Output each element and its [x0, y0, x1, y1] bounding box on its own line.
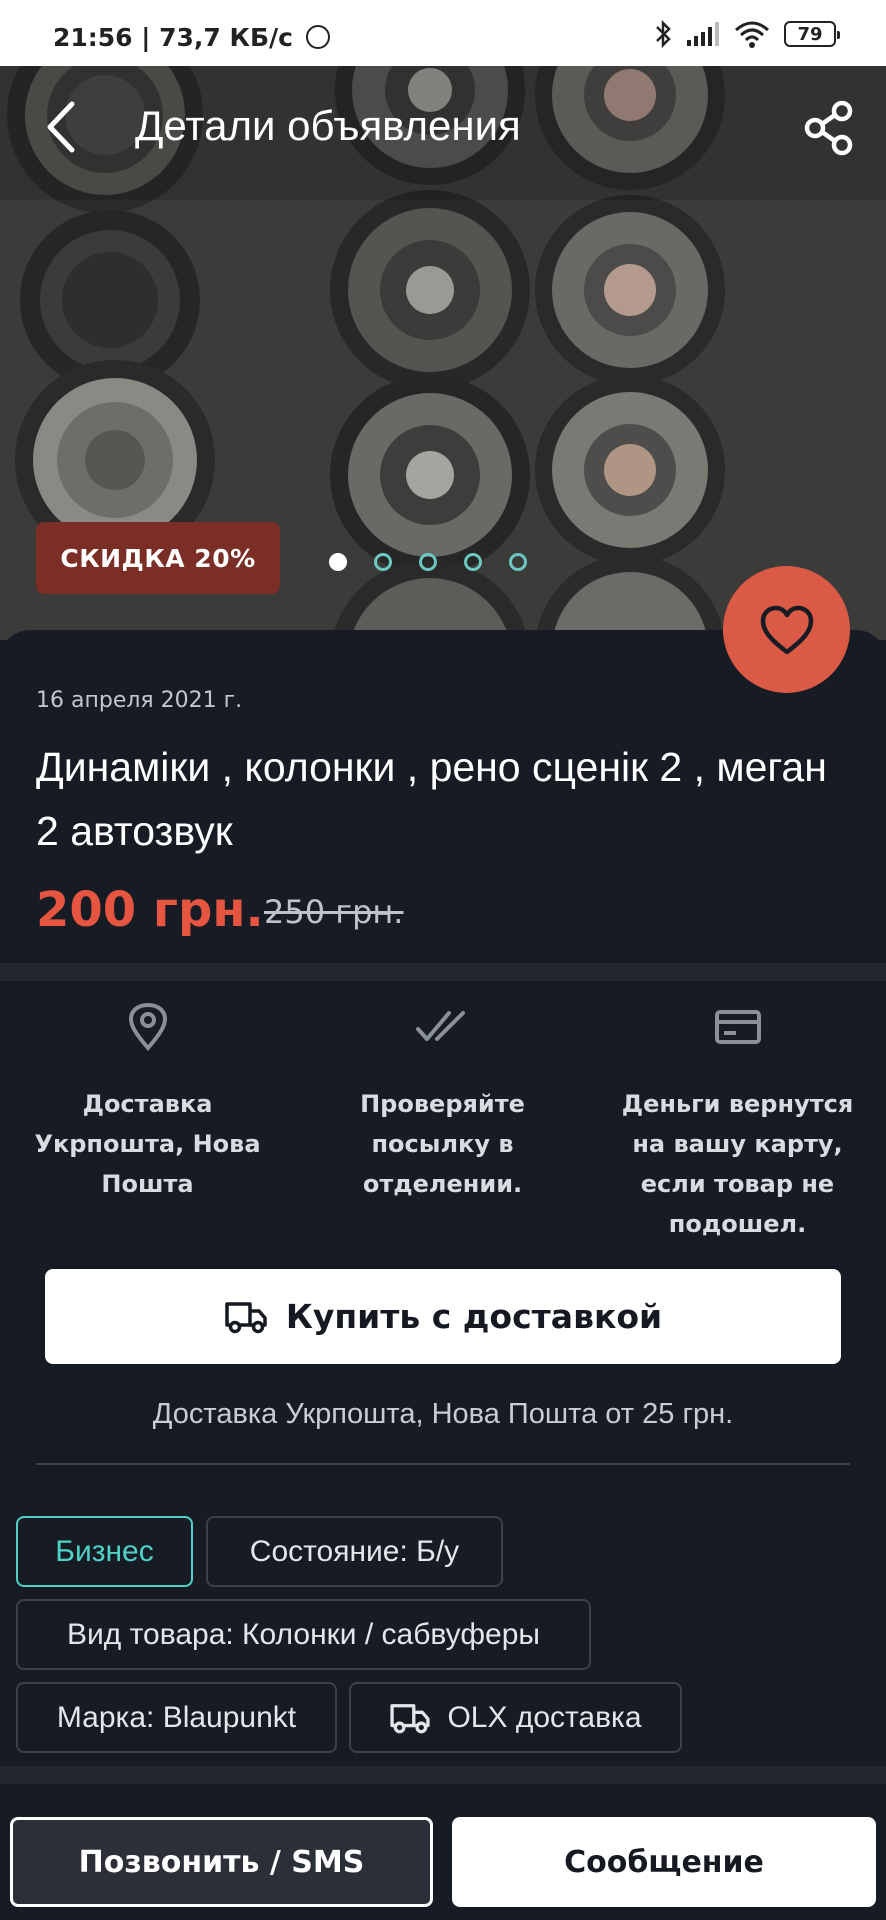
buy-button-label: Купить с доставкой: [285, 1297, 663, 1336]
feature-check: Проверяйте посылку в отделении.: [295, 1000, 590, 1244]
status-icons: 79: [654, 20, 840, 48]
listing-title: Динамiки , колонки , рено сценiк 2 , мег…: [36, 744, 827, 854]
feature-delivery: Доставка Укрпошта, Нова Пошта: [0, 1000, 295, 1244]
photo-dot-5[interactable]: [509, 553, 527, 571]
page-title: Детали объявления: [135, 102, 521, 149]
photo-dot-1[interactable]: [329, 553, 347, 571]
status-time: 21:56 | 73,7 КБ/с: [53, 23, 330, 52]
share-icon: [804, 100, 853, 156]
clock: 21:56: [53, 23, 133, 52]
feature-text: Доставка Укрпошта, Нова Пошта: [34, 1090, 261, 1198]
network-speed: | 73,7 КБ/с: [141, 23, 293, 52]
photo-dot-2[interactable]: [374, 553, 392, 571]
truck-icon: [225, 1301, 267, 1333]
discount-badge: СКИДКА 20%: [36, 522, 280, 594]
buy-with-delivery-button[interactable]: Купить с доставкой: [45, 1269, 841, 1364]
tag-product-type[interactable]: Вид товара: Колонки / сабвуферы: [16, 1599, 591, 1670]
share-button[interactable]: [802, 100, 856, 156]
battery-icon: 79: [784, 21, 840, 47]
message-button-label: Сообщение: [564, 1844, 764, 1880]
bluetooth-icon: [656, 20, 671, 48]
tag-label: Бизнес: [55, 1534, 154, 1568]
tag-condition[interactable]: Состояние: Б/у: [206, 1516, 503, 1587]
heart-icon: [760, 605, 813, 654]
message-button[interactable]: Сообщение: [452, 1817, 876, 1907]
tag-olx-delivery[interactable]: OLX доставка: [349, 1682, 682, 1753]
delivery-features: Доставка Укрпошта, Нова Пошта Проверяйте…: [0, 1000, 886, 1244]
call-sms-button[interactable]: Позвонить / SMS: [10, 1817, 433, 1907]
photo-dot-4[interactable]: [464, 553, 482, 571]
tag-label: Состояние: Б/у: [249, 1534, 460, 1568]
alarm-icon: [305, 25, 330, 49]
battery-level: 79: [797, 23, 823, 45]
section-divider: [0, 963, 886, 981]
credit-card-icon: [714, 1010, 761, 1044]
truck-icon: [390, 1703, 431, 1733]
tag-label: Марка: Blaupunkt: [56, 1700, 297, 1734]
divider: [36, 1463, 850, 1465]
feature-refund: Деньги вернутся на вашу карту, если това…: [590, 1000, 885, 1244]
feature-text: Деньги вернутся на вашу карту, если това…: [621, 1090, 854, 1238]
double-check-icon: [415, 1011, 465, 1041]
listing-price: 200 грн.: [36, 882, 264, 938]
arrow-left-icon: [47, 101, 75, 153]
section-divider: [0, 1766, 886, 1784]
signal-icon: [687, 22, 719, 46]
call-button-label: Позвонить / SMS: [78, 1844, 365, 1880]
status-bar: 21:56 | 73,7 КБ/с 79: [0, 0, 886, 66]
listing-old-price: 250 грн.: [264, 893, 404, 931]
favorite-button[interactable]: [723, 566, 850, 693]
listing-date: 16 апреля 2021 г.: [36, 688, 243, 713]
feature-text: Проверяйте посылку в отделении.: [360, 1090, 525, 1198]
tag-brand[interactable]: Марка: Blaupunkt: [16, 1682, 337, 1753]
wifi-icon: [735, 21, 769, 48]
delivery-price-note: Доставка Укрпошта, Нова Пошта от 25 грн.: [152, 1398, 734, 1430]
tag-label: OLX доставка: [447, 1700, 642, 1734]
back-button[interactable]: [38, 96, 90, 158]
tag-business[interactable]: Бизнес: [16, 1516, 193, 1587]
photo-dot-3[interactable]: [419, 553, 437, 571]
tag-label: Вид товара: Колонки / сабвуферы: [67, 1617, 540, 1651]
photo-pagination: [329, 553, 527, 571]
bottom-action-bar: Позвонить / SMS Сообщение: [0, 1800, 886, 1920]
location-pin-icon: [128, 1002, 167, 1052]
